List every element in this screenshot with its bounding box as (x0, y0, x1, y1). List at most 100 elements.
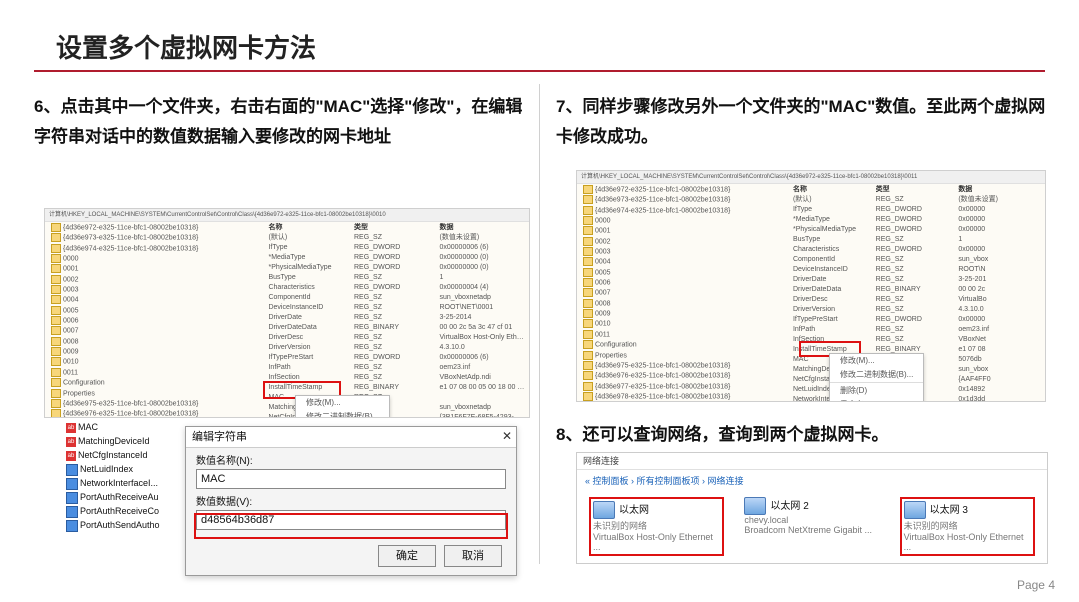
tree-node[interactable]: {4d36e974-e325-11ce-bfc1-08002be10318} (51, 244, 264, 254)
tree-node[interactable]: Configuration (51, 378, 264, 388)
tree-node[interactable]: {4d36e976-e325-11ce-bfc1-08002be10318} (583, 371, 789, 381)
registry-value-row[interactable]: IfTypeREG_DWORD0x00000 (793, 205, 1041, 215)
registry-value-row[interactable]: IfTypePreStartREG_DWORD0x00000 (793, 315, 1041, 325)
registry-value-row[interactable]: DriverDescREG_SZVirtualBox Host-Only Eth… (268, 333, 525, 343)
context-menu-right[interactable]: 修改(M)...修改二进制数据(B)... 删除(D)重命名(R) (829, 353, 924, 402)
registry-value-item[interactable]: abMatchingDeviceId (66, 434, 176, 448)
registry-value-row[interactable]: *PhysicalMediaTypeREG_DWORD0x00000000 (0… (268, 263, 525, 273)
tree-node[interactable]: 0010 (51, 357, 264, 367)
tree-node[interactable]: {4d36e972-e325-11ce-bfc1-08002be10318} (51, 223, 264, 233)
registry-value-item[interactable]: PortAuthSendAutho (66, 518, 176, 532)
registry-value-row[interactable]: CharacteristicsREG_DWORD0x00000004 (4) (268, 283, 525, 293)
tree-node[interactable]: Properties (583, 351, 789, 361)
network-adapter-card[interactable]: 以太网 2chevy.localBroadcom NetXtreme Gigab… (744, 497, 879, 556)
registry-value-row[interactable]: *PhysicalMediaTypeREG_DWORD0x00000 (793, 225, 1041, 235)
tree-node[interactable]: 0011 (51, 368, 264, 378)
context-menu-left[interactable]: 修改(M)...修改二进制数据(B)...删除(D)重命名(R) (295, 395, 390, 418)
registry-value-row[interactable]: IfTypePreStartREG_DWORD0x00000006 (6) (268, 353, 525, 363)
tree-node[interactable]: 0009 (51, 347, 264, 357)
registry-value-row[interactable]: DeviceInstanceIDREG_SZROOT\NET\0001 (268, 303, 525, 313)
registry-value-item[interactable]: abMAC (66, 420, 176, 434)
tree-node[interactable]: 0007 (583, 288, 789, 298)
tree-node[interactable]: {4d36e975-e325-11ce-bfc1-08002be10318} (51, 399, 264, 409)
tree-node[interactable]: 0002 (51, 275, 264, 285)
registry-value-row[interactable]: CharacteristicsREG_DWORD0x00000 (793, 245, 1041, 255)
tree-node[interactable]: 0007 (51, 326, 264, 336)
tree-node[interactable]: 0006 (51, 316, 264, 326)
tree-node[interactable]: 0003 (583, 247, 789, 257)
registry-value-row[interactable]: (默认)REG_SZ(数值未设置) (268, 233, 525, 243)
cancel-button[interactable]: 取消 (444, 545, 502, 567)
tree-node[interactable]: 0005 (583, 268, 789, 278)
menu-item[interactable]: 修改(M)... (296, 396, 389, 410)
tree-node[interactable]: 0001 (51, 264, 264, 274)
adapter-desc: Broadcom NetXtreme Gigabit ... (744, 525, 879, 535)
registry-value-row[interactable]: DriverVersionREG_SZ4.3.10.0 (793, 305, 1041, 315)
registry-value-item[interactable]: abNetCfgInstanceId (66, 448, 176, 462)
registry-value-item[interactable]: PortAuthReceiveCo (66, 504, 176, 518)
registry-value-item[interactable]: NetLuidIndex (66, 462, 176, 476)
registry-value-list: abMACabMatchingDeviceIdabNetCfgInstanceI… (66, 420, 176, 532)
tree-node[interactable]: {4d36e977-e325-11ce-bfc1-08002be10318} (583, 382, 789, 392)
ok-button[interactable]: 确定 (378, 545, 436, 567)
tree-node[interactable]: 0008 (51, 337, 264, 347)
registry-value-row[interactable]: DeviceInstanceIDREG_SZROOT\N (793, 265, 1041, 275)
registry-value-row[interactable]: *MediaTypeREG_DWORD0x00000000 (0) (268, 253, 525, 263)
tree-node[interactable]: 0002 (583, 237, 789, 247)
network-adapter-card[interactable]: 以太网 3未识别的网络VirtualBox Host-Only Ethernet… (900, 497, 1035, 556)
tree-node[interactable]: 0000 (583, 216, 789, 226)
registry-value-row[interactable]: BusTypeREG_SZ1 (793, 235, 1041, 245)
value-name-field[interactable]: MAC (196, 469, 506, 489)
registry-value-row[interactable]: InfPathREG_SZoem23.inf (793, 325, 1041, 335)
tree-node[interactable]: 0011 (583, 330, 789, 340)
tree-node[interactable]: 0004 (583, 257, 789, 267)
folder-icon (51, 409, 61, 418)
registry-value-row[interactable]: (默认)REG_SZ(数值未设置) (793, 195, 1041, 205)
registry-value-row[interactable]: BusTypeREG_SZ1 (268, 273, 525, 283)
folder-icon (583, 195, 593, 204)
tree-node[interactable]: {4d36e973-e325-11ce-bfc1-08002be10318} (583, 195, 789, 205)
tree-node[interactable]: {4d36e976-e325-11ce-bfc1-08002be10318} (51, 409, 264, 418)
tree-node[interactable]: {4d36e972-e325-11ce-bfc1-08002be10318} (583, 185, 789, 195)
close-icon[interactable]: ✕ (502, 429, 512, 443)
tree-node[interactable]: 0008 (583, 299, 789, 309)
registry-value-row[interactable]: DriverDateDataREG_BINARY00 00 2c 5a 3c 4… (268, 323, 525, 333)
tree-node[interactable]: {4d36e973-e325-11ce-bfc1-08002be10318} (51, 233, 264, 243)
tree-node[interactable]: 0004 (51, 295, 264, 305)
tree-node[interactable]: Properties (51, 389, 264, 399)
folder-icon (51, 326, 61, 335)
registry-value-row[interactable]: IfTypeREG_DWORD0x00000006 (6) (268, 243, 525, 253)
tree-node[interactable]: Configuration (583, 340, 789, 350)
tree-node[interactable]: {4d36e978-e325-11ce-bfc1-08002be10318} (583, 392, 789, 402)
registry-value-row[interactable]: InfPathREG_SZoem23.inf (268, 363, 525, 373)
tree-node[interactable]: 0010 (583, 319, 789, 329)
tree-node[interactable]: 0005 (51, 306, 264, 316)
registry-value-row[interactable]: ComponentIdREG_SZsun_vboxnetadp (268, 293, 525, 303)
tree-node[interactable]: 0003 (51, 285, 264, 295)
folder-icon (583, 237, 593, 246)
tree-node[interactable]: {4d36e974-e325-11ce-bfc1-08002be10318} (583, 206, 789, 216)
registry-value-row[interactable]: DriverDescREG_SZVirtualBo (793, 295, 1041, 305)
folder-icon (51, 306, 61, 315)
tree-node[interactable]: {4d36e975-e325-11ce-bfc1-08002be10318} (583, 361, 789, 371)
tree-node[interactable]: 0000 (51, 254, 264, 264)
menu-item[interactable]: 修改二进制数据(B)... (296, 410, 389, 418)
menu-item[interactable]: 重命名(R) (830, 398, 923, 402)
adapter-name: 以太网 2 (770, 501, 808, 512)
breadcrumb[interactable]: « 控制面板 › 所有控制面板项 › 网络连接 (577, 470, 1047, 491)
registry-value-row[interactable]: ComponentIdREG_SZsun_vbox (793, 255, 1041, 265)
registry-value-row[interactable]: DriverDateREG_SZ3-25-2014 (268, 313, 525, 323)
tree-node[interactable]: 0001 (583, 226, 789, 236)
registry-value-item[interactable]: PortAuthReceiveAu (66, 490, 176, 504)
network-adapter-card[interactable]: 以太网未识别的网络VirtualBox Host-Only Ethernet .… (589, 497, 724, 556)
registry-value-row[interactable]: *MediaTypeREG_DWORD0x00000 (793, 215, 1041, 225)
registry-value-item[interactable]: NetworkInterfaceI... (66, 476, 176, 490)
tree-node[interactable]: 0006 (583, 278, 789, 288)
tree-node[interactable]: 0009 (583, 309, 789, 319)
menu-item[interactable]: 修改(M)... (830, 354, 923, 368)
registry-value-row[interactable]: DriverDateREG_SZ3-25-201 (793, 275, 1041, 285)
registry-value-row[interactable]: DriverDateDataREG_BINARY00 00 2c (793, 285, 1041, 295)
menu-item[interactable]: 删除(D) (830, 384, 923, 398)
registry-value-row[interactable]: DriverVersionREG_SZ4.3.10.0 (268, 343, 525, 353)
menu-item[interactable]: 修改二进制数据(B)... (830, 368, 923, 382)
